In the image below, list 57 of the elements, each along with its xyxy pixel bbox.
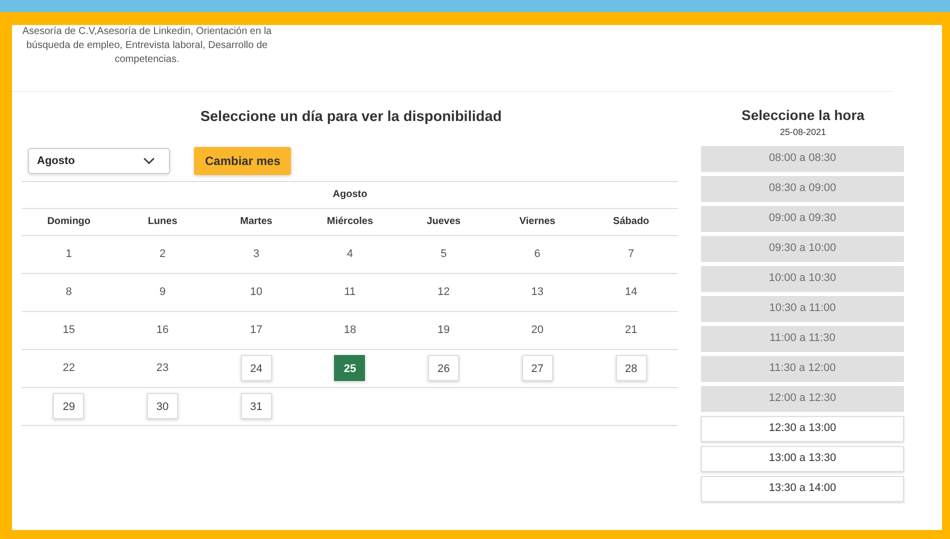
change-month-button[interactable]: Cambiar mes (194, 146, 292, 175)
weekday-label: Miércoles (326, 216, 374, 228)
day-button[interactable]: 30 (147, 393, 178, 420)
time-slot-button[interactable]: 11:00 a 11:30 (701, 326, 904, 352)
day-number: 16 (156, 323, 169, 338)
weekday-label: Sábado (613, 216, 650, 228)
day-number: 17 (250, 323, 262, 338)
day-number: 6 (534, 247, 540, 262)
day-button[interactable]: 28 (616, 355, 647, 382)
day-button[interactable]: 25 (334, 355, 366, 382)
day-number: 3 (253, 247, 260, 262)
time-slot-button[interactable]: 13:00 a 13:30 (701, 446, 904, 472)
time-slot-button[interactable]: 08:30 a 09:00 (701, 176, 904, 202)
day-number: 8 (66, 285, 72, 300)
day-button[interactable]: 27 (522, 355, 553, 382)
day-button[interactable]: 24 (240, 355, 272, 382)
day-number: 20 (531, 323, 544, 338)
day-number: 7 (628, 247, 634, 262)
day-button[interactable]: 31 (240, 393, 272, 420)
time-slot-button[interactable]: 08:00 a 08:30 (701, 146, 904, 172)
day-number: 12 (438, 285, 450, 300)
weekday-label: Domingo (47, 216, 91, 228)
service-description: Asesoría de C.V,Asesoría de Linkedin, Orientación en la búsqueda de empleo, Entrevista laboral, Desarrollo de competencias. (21, 25, 273, 67)
weekday-label: Lunes (148, 216, 178, 228)
weekday-label: Martes (240, 216, 272, 228)
calendar-title: Seleccione un día para ver la disponibilidad (199, 108, 503, 127)
selected-date: 25-08-2021 (778, 126, 828, 139)
weekday-label: Viernes (519, 216, 556, 228)
day-number: 2 (159, 247, 166, 262)
time-slot-button[interactable]: 09:00 a 09:30 (701, 206, 904, 232)
weekday-label: Jueves (426, 216, 461, 228)
day-number: 10 (250, 285, 262, 300)
time-slot-button[interactable]: 13:30 a 14:00 (701, 476, 904, 502)
month-select[interactable]: Agosto (28, 148, 170, 174)
day-number: 13 (531, 285, 544, 300)
day-number: 19 (438, 323, 450, 338)
day-number: 9 (159, 285, 166, 300)
day-number: 14 (624, 285, 638, 300)
day-number: 5 (440, 247, 447, 262)
day-number: 23 (156, 361, 169, 376)
time-slot-button[interactable]: 10:00 a 10:30 (701, 266, 904, 292)
day-button[interactable]: 29 (53, 393, 84, 420)
hours-title: Seleccione la hora (740, 106, 866, 124)
time-slot-button[interactable]: 11:30 a 12:00 (701, 356, 904, 382)
day-number: 15 (62, 323, 75, 338)
day-number: 11 (344, 285, 356, 300)
day-number: 21 (624, 323, 638, 338)
day-number: 4 (346, 247, 354, 262)
month-heading: Agosto (22, 181, 678, 208)
day-button[interactable]: 26 (428, 355, 460, 382)
day-number: 1 (66, 247, 72, 262)
time-slot-button[interactable]: 12:00 a 12:30 (701, 386, 904, 412)
day-number: 22 (62, 361, 75, 376)
day-number: 18 (344, 323, 356, 338)
time-slot-button[interactable]: 09:30 a 10:00 (701, 236, 904, 262)
time-slot-button[interactable]: 10:30 a 11:00 (701, 296, 904, 322)
time-slot-button[interactable]: 12:30 a 13:00 (701, 416, 904, 442)
